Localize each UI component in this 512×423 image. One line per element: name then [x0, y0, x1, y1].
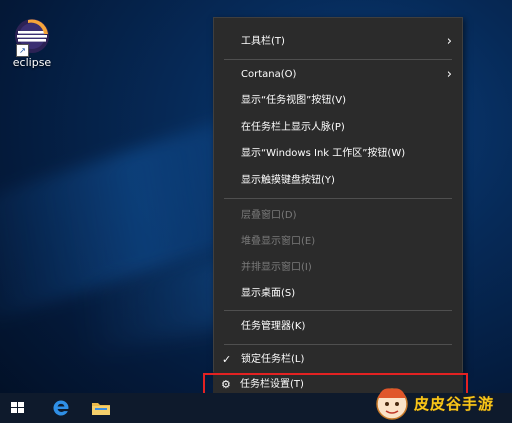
windows-start-icon	[11, 402, 25, 414]
menu-item-label: 显示“任务视图”按钮(V)	[241, 95, 347, 106]
chevron-right-icon: ›	[446, 67, 452, 82]
menu-item-label: 显示桌面(S)	[241, 288, 296, 299]
edge-browser-icon	[53, 400, 69, 416]
menu-separator	[224, 310, 452, 311]
checkmark-icon: ✓	[222, 353, 232, 366]
desktop-icon-label: eclipse	[12, 56, 52, 69]
menu-item-label: 任务管理器(K)	[241, 321, 306, 332]
menu-item-toolbars[interactable]: 工具栏(T) ›	[214, 29, 462, 55]
mascot-logo-icon	[376, 388, 408, 420]
menu-item-show-task-view[interactable]: 显示“任务视图”按钮(V)	[214, 88, 462, 114]
menu-item-lock-taskbar[interactable]: ✓ 锁定任务栏(L)	[214, 347, 462, 373]
menu-item-cortana[interactable]: Cortana(O) ›	[214, 62, 462, 88]
menu-item-show-windows-ink[interactable]: 显示“Windows Ink 工作区”按钮(W)	[214, 141, 462, 167]
menu-item-label: 显示触摸键盘按钮(Y)	[241, 175, 335, 186]
shortcut-arrow-icon: ↗	[16, 44, 29, 57]
desktop-icon-eclipse[interactable]: ↗ eclipse	[8, 18, 56, 69]
menu-item-stack-windows: 堆叠显示窗口(E)	[214, 229, 462, 255]
menu-item-label: 在任务栏上显示人脉(P)	[241, 122, 345, 133]
watermark: 皮皮谷手游	[372, 384, 510, 422]
menu-separator	[224, 344, 452, 345]
menu-separator	[224, 59, 452, 60]
eclipse-icon: ↗	[14, 18, 50, 57]
taskbar-edge-button[interactable]	[43, 393, 79, 423]
menu-item-side-by-side-windows: 并排显示窗口(I)	[214, 255, 462, 281]
chevron-right-icon: ›	[446, 34, 452, 49]
menu-separator	[224, 198, 452, 199]
menu-item-task-manager[interactable]: 任务管理器(K)	[214, 314, 462, 340]
file-explorer-icon	[92, 403, 110, 415]
menu-item-label: 工具栏(T)	[241, 36, 285, 47]
menu-item-label: 显示“Windows Ink 工作区”按钮(W)	[241, 148, 406, 159]
menu-item-label: 堆叠显示窗口(E)	[241, 236, 316, 247]
start-button[interactable]	[0, 393, 36, 423]
menu-item-show-touch-keyboard[interactable]: 显示触摸键盘按钮(Y)	[214, 168, 462, 194]
menu-item-show-desktop[interactable]: 显示桌面(S)	[214, 281, 462, 307]
menu-item-label: 并排显示窗口(I)	[241, 262, 312, 273]
watermark-text: 皮皮谷手游	[414, 395, 495, 413]
menu-item-label: Cortana(O)	[241, 69, 297, 80]
menu-item-label: 层叠窗口(D)	[241, 210, 297, 221]
taskbar-file-explorer-button[interactable]	[83, 393, 119, 423]
menu-item-show-people[interactable]: 在任务栏上显示人脉(P)	[214, 115, 462, 141]
taskbar-context-menu: 工具栏(T) › Cortana(O) › 显示“任务视图”按钮(V) 在任务栏…	[213, 17, 463, 376]
menu-item-cascade-windows: 层叠窗口(D)	[214, 203, 462, 229]
menu-item-label: 锁定任务栏(L)	[241, 354, 305, 365]
